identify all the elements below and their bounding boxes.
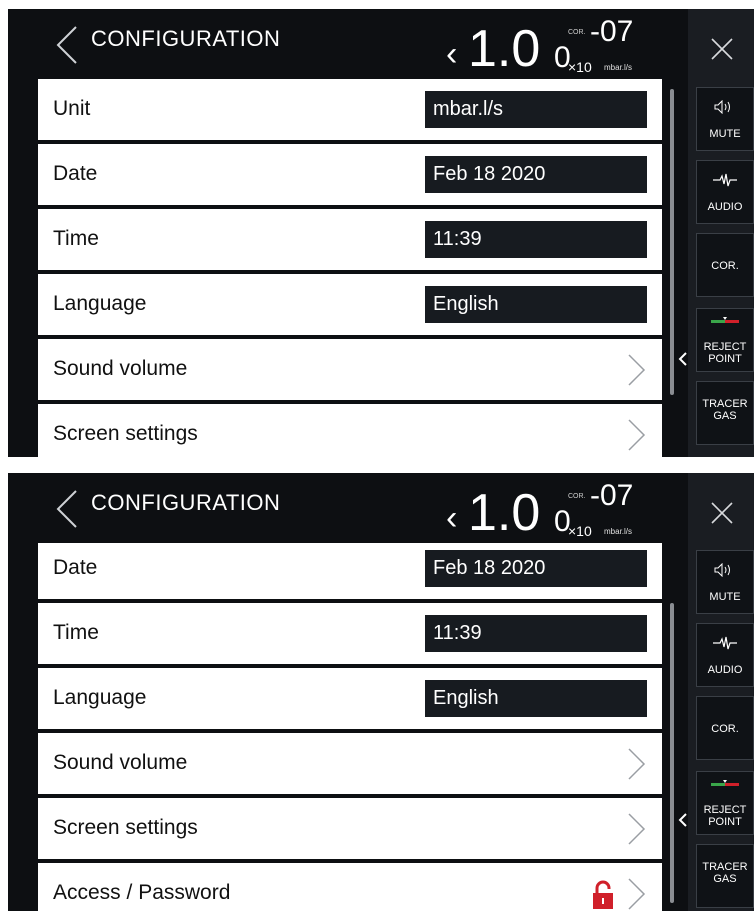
cor-label: COR. — [711, 723, 739, 735]
setting-value-field[interactable]: English — [425, 286, 647, 323]
setting-row-screen-settings[interactable]: Screen settings — [38, 404, 662, 457]
audio-waveform-icon — [713, 636, 737, 650]
leak-rate-reading: ‹ 1.0 0 COR. -07 ×10 mbar.l/s — [446, 479, 676, 542]
mute-button[interactable]: MUTE — [696, 87, 754, 151]
leak-rate-reading: ‹ 1.0 0 COR. -07 ×10 mbar.l/s — [446, 15, 676, 78]
speaker-icon — [714, 100, 730, 114]
chevron-right-icon[interactable] — [626, 353, 646, 387]
reject-point-icon — [711, 780, 739, 786]
reading-mantissa: 1.0 — [468, 484, 541, 542]
close-icon[interactable] — [710, 501, 734, 525]
cor-button[interactable]: COR. — [696, 233, 754, 297]
setting-label: Sound volume — [53, 357, 188, 380]
header: CONFIGURATION ‹ 1.0 0 COR. -07 ×10 mbar.… — [8, 473, 688, 543]
configuration-screen-2: CONFIGURATION ‹ 1.0 0 COR. -07 ×10 mbar.… — [8, 473, 754, 911]
tracer-gas-label: TRACER GAS — [702, 398, 748, 422]
audio-button[interactable]: AUDIO — [696, 160, 754, 224]
setting-label: Screen settings — [53, 816, 198, 839]
reading-unit: mbar.l/s — [604, 63, 633, 72]
setting-row-access-password[interactable]: Access / Password — [38, 863, 662, 911]
header: CONFIGURATION ‹ 1.0 0 COR. -07 ×10 mbar.… — [8, 9, 688, 79]
less-than-sign: ‹ — [446, 35, 458, 73]
settings-list: Unit mbar.l/s Date Feb 18 2020 Time 11:3… — [38, 79, 662, 457]
settings-list: Date Feb 18 2020 Time 11:39 Language Eng… — [38, 543, 662, 911]
setting-label: Access / Password — [53, 881, 231, 904]
reading-exponent: -07 — [590, 479, 634, 512]
reading-exponent: -07 — [590, 15, 634, 48]
tracer-gas-label: TRACER GAS — [702, 861, 748, 885]
setting-row-sound-volume[interactable]: Sound volume — [38, 733, 662, 794]
setting-row-sound-volume[interactable]: Sound volume — [38, 339, 662, 400]
reject-point-button[interactable]: REJECT POINT — [696, 308, 754, 372]
setting-label: Date — [53, 556, 98, 579]
reject-point-icon — [711, 317, 739, 323]
setting-row-language[interactable]: Language English — [38, 274, 662, 335]
page-title: CONFIGURATION — [91, 26, 281, 51]
reading-unit: mbar.l/s — [604, 527, 633, 536]
setting-label: Time — [53, 227, 99, 250]
audio-label: AUDIO — [707, 201, 743, 213]
chevron-right-icon[interactable] — [626, 418, 646, 452]
chevron-right-icon[interactable] — [626, 877, 646, 911]
audio-button[interactable]: AUDIO — [696, 623, 754, 687]
chevron-right-icon[interactable] — [626, 812, 646, 846]
reading-cor-label: COR. — [568, 29, 586, 36]
setting-row-time[interactable]: Time 11:39 — [38, 603, 662, 664]
setting-row-screen-settings[interactable]: Screen settings — [38, 798, 662, 859]
setting-label: Unit — [53, 97, 91, 120]
tracer-gas-button[interactable]: TRACER GAS — [696, 381, 754, 445]
reject-point-label: REJECT POINT — [703, 341, 747, 365]
sidebar: MUTE AUDIO COR. REJECT POINT TRACER GAS — [688, 9, 754, 457]
setting-row-date[interactable]: Date Feb 18 2020 — [38, 144, 662, 205]
setting-value-field[interactable]: 11:39 — [425, 221, 647, 258]
list-scrollbar[interactable] — [670, 89, 674, 395]
reading-mantissa: 1.0 — [468, 20, 541, 78]
lock-icon — [593, 880, 613, 909]
list-scrollbar[interactable] — [670, 603, 674, 903]
mute-label: MUTE — [709, 128, 741, 140]
setting-label: Screen settings — [53, 422, 198, 445]
page-title: CONFIGURATION — [91, 490, 281, 515]
setting-value-field[interactable]: English — [425, 680, 647, 717]
mute-label: MUTE — [709, 591, 741, 603]
setting-value-field[interactable]: Feb 18 2020 — [425, 156, 647, 193]
setting-row-date[interactable]: Date Feb 18 2020 — [38, 543, 662, 599]
setting-value-field[interactable]: Feb 18 2020 — [425, 550, 647, 587]
tracer-gas-button[interactable]: TRACER GAS — [696, 844, 754, 908]
cor-label: COR. — [711, 260, 739, 272]
reading-multiplier: ×10 — [568, 59, 592, 75]
back-arrow-icon[interactable] — [54, 489, 80, 529]
setting-label: Language — [53, 686, 147, 709]
setting-label: Sound volume — [53, 751, 188, 774]
setting-label: Time — [53, 621, 99, 644]
setting-row-time[interactable]: Time 11:39 — [38, 209, 662, 270]
setting-row-unit[interactable]: Unit mbar.l/s — [38, 79, 662, 140]
sidebar: MUTE AUDIO COR. REJECT POINT TRACER GAS — [688, 473, 754, 911]
reject-point-label: REJECT POINT — [703, 804, 747, 828]
setting-label: Language — [53, 292, 147, 315]
audio-waveform-icon — [713, 173, 737, 187]
reading-multiplier: ×10 — [568, 523, 592, 539]
reject-point-button[interactable]: REJECT POINT — [696, 771, 754, 835]
chevron-right-icon[interactable] — [626, 747, 646, 781]
cor-button[interactable]: COR. — [696, 696, 754, 760]
audio-label: AUDIO — [707, 664, 743, 676]
configuration-screen-1: CONFIGURATION ‹ 1.0 0 COR. -07 ×10 mbar.… — [8, 9, 754, 457]
setting-row-language[interactable]: Language English — [38, 668, 662, 729]
close-icon[interactable] — [710, 37, 734, 61]
reading-cor-label: COR. — [568, 493, 586, 500]
mute-button[interactable]: MUTE — [696, 550, 754, 614]
setting-label: Date — [53, 162, 98, 185]
setting-value-field[interactable]: 11:39 — [425, 615, 647, 652]
back-arrow-icon[interactable] — [54, 25, 80, 65]
setting-value-field[interactable]: mbar.l/s — [425, 91, 647, 128]
less-than-sign: ‹ — [446, 499, 458, 537]
speaker-icon — [714, 563, 730, 577]
